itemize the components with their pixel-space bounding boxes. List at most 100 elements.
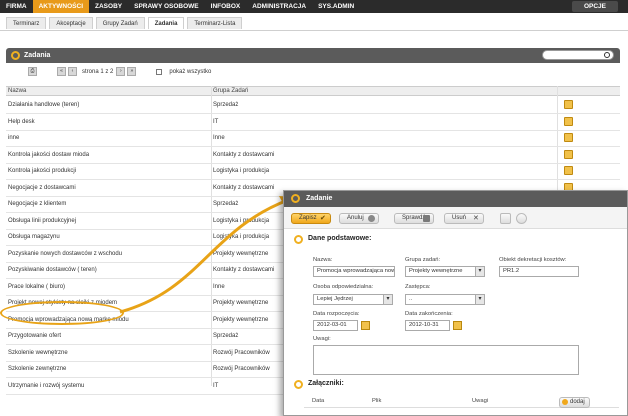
- info-icon[interactable]: [516, 213, 527, 224]
- task-name-cell: Kontrola jakości produkcji: [8, 168, 77, 174]
- sub-tabs: Terminarz Akceptacje Grupy Zadań Zadania…: [6, 17, 245, 29]
- calendar-icon[interactable]: [453, 321, 462, 330]
- task-name-cell: Pozyskanie nowych dostawców z wschodu: [8, 250, 123, 257]
- nav-aktywnosci[interactable]: AKTYWNOŚCI: [32, 0, 90, 13]
- start-date-label: Data rozpoczęcia:: [313, 311, 360, 317]
- cancel-button[interactable]: Anuluj: [339, 213, 379, 224]
- nav-administracja[interactable]: ADMINISTRACJA: [246, 0, 312, 13]
- add-attachment-button[interactable]: dodaj: [559, 397, 590, 408]
- name-field[interactable]: Promocja wprowadzająca now: [313, 266, 395, 277]
- deputy-label: Zastępca:: [405, 284, 431, 290]
- plus-icon: [562, 399, 568, 405]
- edit-icon[interactable]: [564, 133, 573, 142]
- task-group-cell: Inne: [213, 135, 225, 141]
- table-row[interactable]: Kontrola jakości dostaw mioda Kontakty z …: [6, 146, 620, 164]
- task-group-cell: Inne: [213, 283, 225, 290]
- check-button[interactable]: Sprawdź: [394, 213, 434, 224]
- task-name-cell: Utrzymanie i rozwój systemu: [8, 382, 85, 389]
- last-page-button[interactable]: »: [127, 67, 137, 76]
- start-date-field[interactable]: 2012-03-01: [313, 320, 358, 331]
- delete-button[interactable]: Usuń ✕: [444, 213, 484, 224]
- deputy-select[interactable]: ..: [405, 294, 485, 305]
- task-name-cell: Działania handlowe (teren): [8, 102, 80, 108]
- check-label: Sprawdź: [402, 215, 426, 221]
- save-button[interactable]: Zapisz ✔: [291, 213, 331, 224]
- table-row[interactable]: Działania handlowe (teren) Sprzedaż: [6, 96, 620, 114]
- name-label: Nazwa:: [313, 257, 333, 263]
- nav-sys-admin[interactable]: SYS.ADMIN: [312, 0, 360, 13]
- column-header-group[interactable]: Grupa Zadań: [213, 88, 248, 94]
- nav-firma[interactable]: FIRMA: [0, 0, 33, 13]
- nav-infobox[interactable]: INFOBOX: [205, 0, 247, 13]
- table-row[interactable]: Kontrola jakości produkcji Logistyka i pr…: [6, 162, 620, 180]
- search-icon[interactable]: [604, 52, 610, 58]
- tabs-divider: [0, 30, 628, 31]
- nav-sprawy-osobowe[interactable]: SPRAWY OSOBOWE: [128, 0, 205, 13]
- copy-icon[interactable]: [500, 213, 511, 224]
- task-group-cell: Rozwój Pracowników: [213, 366, 270, 372]
- first-page-button[interactable]: «: [57, 67, 66, 76]
- edit-icon[interactable]: [564, 166, 573, 175]
- tab-zadania[interactable]: Zadania: [147, 17, 185, 29]
- dialog-header: Zadanie: [284, 191, 627, 207]
- task-name-cell: Przygotowanie ofert: [8, 333, 62, 339]
- table-row[interactable]: Help desk IT: [6, 113, 620, 131]
- cost-field[interactable]: PR1.2: [499, 266, 579, 277]
- task-name-cell: Pozyskiwanie dostawców ( teren): [8, 267, 97, 273]
- dialog-toolbar: Zapisz ✔ Anuluj Sprawdź Usuń ✕: [284, 207, 627, 229]
- att-col-notes: Uwagi: [472, 398, 489, 404]
- delete-icon: ✕: [473, 215, 479, 222]
- nav-zasoby[interactable]: ZASOBY: [89, 0, 128, 13]
- tab-akceptacje[interactable]: Akceptacje: [49, 17, 93, 29]
- task-group-cell: Kontakty z dostawcami: [213, 267, 275, 273]
- end-date-field[interactable]: 2012-10-31: [405, 320, 450, 331]
- edit-icon[interactable]: [564, 149, 573, 159]
- section-basic-title: Dane podstawowe:: [308, 235, 372, 242]
- notes-textarea[interactable]: [313, 345, 579, 375]
- next-page-button[interactable]: ›: [116, 67, 126, 76]
- tab-grupy-zadan[interactable]: Grupy Zadań: [95, 17, 145, 29]
- tab-terminarz-lista[interactable]: Terminarz-Lista: [187, 17, 243, 29]
- person-select[interactable]: Lepiej Jędrzej: [313, 294, 393, 305]
- cost-label: Obiekt dekretacji kosztów:: [499, 257, 567, 263]
- export-icon[interactable]: ⎙: [28, 67, 37, 76]
- edit-icon[interactable]: [564, 116, 573, 126]
- section-attachments: Załączniki:: [294, 380, 344, 389]
- task-group-cell: Logistyka i produkcja: [213, 217, 270, 224]
- task-group-cell: Projekty wewnętrzne: [213, 316, 269, 323]
- task-group-cell: Sprzedaż: [213, 333, 239, 339]
- search-input[interactable]: [542, 50, 614, 60]
- app-logo-icon: [11, 51, 20, 60]
- show-all-label: pokaż wszystko: [169, 68, 212, 75]
- task-name-cell: Negocjacje z klientem: [8, 201, 67, 207]
- tab-terminarz[interactable]: Terminarz: [6, 17, 47, 29]
- pager: ⎙ « ‹ strona 1 z 2 › » pokaż wszystko: [28, 67, 214, 76]
- show-all-checkbox[interactable]: [156, 68, 163, 75]
- options-button[interactable]: OPCJE: [571, 1, 618, 12]
- column-header-name[interactable]: Nazwa: [8, 88, 26, 94]
- section-attachments-title: Załączniki:: [308, 380, 344, 387]
- highlight-ellipse: [0, 301, 124, 325]
- task-name-cell: inne: [8, 135, 20, 141]
- task-name-cell: Szkolenie wewnętrzne: [8, 349, 68, 356]
- panel-header: Zadania: [6, 48, 620, 63]
- att-col-file: Plik: [372, 398, 382, 404]
- task-group-cell: IT: [213, 118, 219, 125]
- table-row[interactable]: inne Inne: [6, 129, 620, 147]
- prev-page-button[interactable]: ‹: [68, 67, 77, 76]
- group-select[interactable]: Projekty wewnętrzne: [405, 266, 485, 277]
- edit-icon[interactable]: [564, 100, 573, 109]
- section-basic-data: Dane podstawowe:: [294, 235, 372, 244]
- calendar-icon[interactable]: [361, 321, 370, 330]
- person-label: Osoba odpowiedzialna:: [313, 284, 374, 290]
- dialog-title: Zadanie: [306, 195, 333, 202]
- task-group-cell: Rozwój Pracowników: [213, 349, 270, 356]
- task-group-cell: Kontakty z dostawcami: [213, 151, 275, 158]
- task-name-cell: Kontrola jakości dostaw mioda: [8, 151, 90, 158]
- cancel-label: Anuluj: [347, 215, 364, 221]
- task-group-cell: Sprzedaż: [213, 102, 239, 108]
- task-group-cell: Logistyka i produkcja: [213, 168, 270, 174]
- task-name-cell: Szkolenie zewnętrzne: [8, 366, 67, 372]
- page-indicator: strona 1 z 2: [82, 68, 114, 75]
- task-name-cell: Obsługa magazynu: [8, 234, 60, 240]
